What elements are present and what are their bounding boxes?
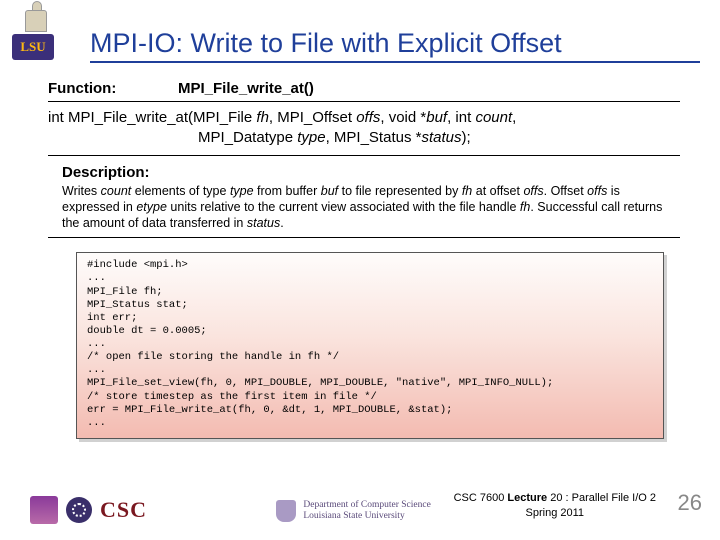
ref-prefix: CSC 7600 xyxy=(454,492,508,504)
dept-line-1: Department of Computer Science xyxy=(303,500,430,510)
description-label: Description: xyxy=(48,156,680,183)
lsu-logo-text: LSU xyxy=(12,34,54,60)
lsu-crest-icon xyxy=(276,500,296,522)
description-text: Writes count elements of type type from … xyxy=(48,183,680,239)
ref-line-2: Spring 2011 xyxy=(526,507,585,519)
function-label: Function: xyxy=(48,80,178,97)
footer-department: Department of Computer Science Louisiana… xyxy=(276,500,431,522)
function-row: Function: MPI_File_write_at() xyxy=(48,78,680,102)
lsu-logo: LSU xyxy=(12,10,60,64)
code-example: #include <mpi.h> ... MPI_File fh; MPI_St… xyxy=(76,252,664,439)
signature-line-2: MPI_Datatype type, MPI_Status *status); xyxy=(48,128,680,148)
slide-title: MPI-IO: Write to File with Explicit Offs… xyxy=(90,28,700,63)
ref-bold: Lecture xyxy=(507,492,547,504)
page-number: 26 xyxy=(678,490,702,516)
signature-line-1: int MPI_File_write_at(MPI_File fh, MPI_O… xyxy=(48,108,680,128)
footer-reference: CSC 7600 Lecture 20 : Parallel File I/O … xyxy=(454,491,656,520)
slide-footer: CSC Department of Computer Science Louis… xyxy=(0,478,720,530)
footer-logos: CSC xyxy=(30,496,170,524)
ref-suffix: 20 : Parallel File I/O 2 xyxy=(547,492,656,504)
csc-logo-text: CSC xyxy=(100,497,170,523)
dept-line-2: Louisiana State University xyxy=(303,511,404,521)
nsf-logo-icon xyxy=(66,497,92,523)
function-signature: int MPI_File_write_at(MPI_File fh, MPI_O… xyxy=(48,102,680,156)
slide-body: Function: MPI_File_write_at() int MPI_Fi… xyxy=(48,78,680,439)
cct-logo-icon xyxy=(30,496,58,524)
function-name: MPI_File_write_at() xyxy=(178,80,314,97)
